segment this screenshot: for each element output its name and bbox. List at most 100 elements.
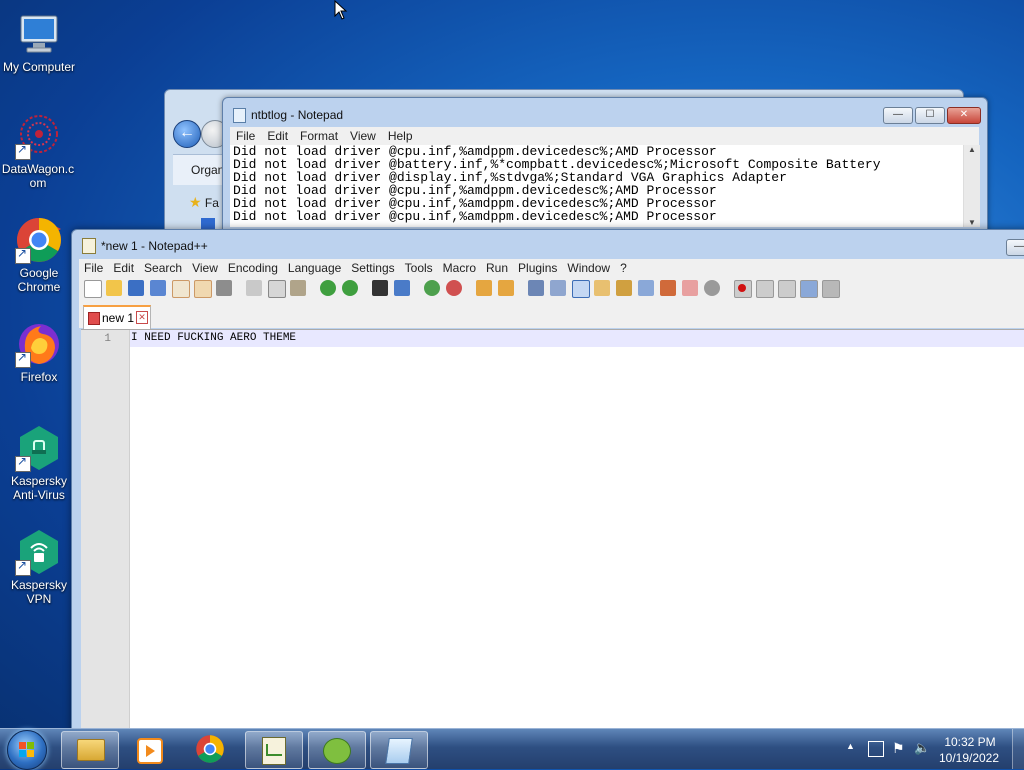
menu-window[interactable]: Window: [562, 259, 615, 277]
taskbar-notepadpp-plugin-button[interactable]: [308, 731, 366, 769]
menu-file[interactable]: File: [230, 127, 261, 145]
menu-tools[interactable]: Tools: [400, 259, 438, 277]
windows-logo-icon: [19, 742, 34, 757]
word-wrap-icon[interactable]: [528, 280, 544, 296]
desktop-icon-kaspersky-antivirus[interactable]: Kaspersky Anti-Virus: [1, 424, 77, 502]
sync-vertical-icon[interactable]: [476, 280, 492, 296]
close-button[interactable]: ✕: [947, 107, 981, 124]
menu-settings[interactable]: Settings: [346, 259, 399, 277]
menu-language[interactable]: Language: [283, 259, 346, 277]
show-desktop-button[interactable]: [1012, 729, 1024, 769]
back-button[interactable]: ←: [173, 120, 201, 148]
doc-list-icon[interactable]: [638, 280, 654, 296]
start-button[interactable]: [7, 730, 47, 770]
notepad-app-icon: [233, 108, 246, 123]
desktop-icon-firefox[interactable]: Firefox: [1, 320, 77, 384]
replace-icon[interactable]: [394, 280, 410, 296]
favorites-item[interactable]: ★ Fa: [189, 194, 219, 211]
media-player-icon: [137, 738, 163, 764]
notepad-text-area[interactable]: Did not load driver @cpu.inf,%amdppm.dev…: [230, 145, 963, 227]
monitoring-icon[interactable]: [704, 280, 720, 296]
minimize-button[interactable]: —: [1006, 239, 1024, 256]
clock-time[interactable]: 10:32 PM: [940, 735, 1000, 749]
desktop-icon-kaspersky-vpn[interactable]: Kaspersky VPN: [1, 528, 77, 606]
action-center-flag-icon[interactable]: ⚑: [892, 740, 905, 757]
unsaved-file-icon: [88, 312, 100, 325]
mouse-cursor-icon: [334, 0, 348, 20]
scroll-up-icon[interactable]: ▲: [964, 145, 980, 154]
close-all-icon[interactable]: [194, 280, 212, 298]
desktop-icon-label: DataWagon.c om: [1, 162, 75, 190]
menu-encoding[interactable]: Encoding: [223, 259, 283, 277]
editor-text[interactable]: I NEED FUCKING AERO THEME: [131, 332, 296, 344]
paste-icon[interactable]: [290, 280, 306, 296]
taskbar-media-player-button[interactable]: [121, 731, 177, 767]
menu-edit[interactable]: Edit: [261, 127, 294, 145]
menu-run[interactable]: Run: [481, 259, 513, 277]
volume-icon[interactable]: 🔈: [914, 740, 930, 756]
desktop-icon-my-computer[interactable]: My Computer: [1, 10, 77, 74]
menu-help[interactable]: ?: [615, 259, 632, 277]
record-macro-icon[interactable]: [734, 280, 752, 298]
line-number-gutter: 1: [81, 330, 130, 735]
new-file-icon[interactable]: [84, 280, 102, 298]
shortcut-arrow-icon: [15, 454, 31, 472]
editor-area[interactable]: 1 I NEED FUCKING AERO THEME: [81, 329, 1024, 735]
function-list-icon[interactable]: [660, 280, 676, 296]
menu-plugins[interactable]: Plugins: [513, 259, 562, 277]
notepadpp-window[interactable]: *new 1 - Notepad++ — File Edit Search View E…: [71, 229, 1024, 736]
menu-edit[interactable]: Edit: [108, 259, 139, 277]
taskbar-chrome-button[interactable]: [183, 731, 239, 767]
copy-icon[interactable]: [268, 280, 286, 298]
zoom-out-icon[interactable]: [446, 280, 462, 296]
menu-file[interactable]: File: [79, 259, 108, 277]
open-file-icon[interactable]: [106, 280, 122, 296]
menu-search[interactable]: Search: [139, 259, 187, 277]
tab-new-1[interactable]: new 1 ✕: [83, 305, 151, 329]
maximize-button[interactable]: ☐: [915, 107, 945, 124]
shortcut-arrow-icon: [15, 350, 31, 368]
save-icon[interactable]: [128, 280, 144, 296]
minimize-button[interactable]: —: [883, 107, 913, 124]
zoom-in-icon[interactable]: [424, 280, 440, 296]
notepad-title: ntbtlog - Notepad: [251, 108, 344, 122]
stop-macro-icon[interactable]: [756, 280, 774, 298]
notepadpp-app-icon: [82, 238, 96, 254]
print-icon[interactable]: [216, 280, 232, 296]
desktop-icon-datawagon[interactable]: DataWagon.c om: [1, 112, 77, 190]
close-file-icon[interactable]: [172, 280, 190, 298]
notepad-window[interactable]: ntbtlog - Notepad — ☐ ✕ File Edit Format Vi…: [222, 97, 988, 235]
sync-horizontal-icon[interactable]: [498, 280, 514, 296]
taskbar-explorer-button[interactable]: [61, 731, 119, 769]
run-macro-multiple-icon[interactable]: [800, 280, 818, 298]
tab-close-icon[interactable]: ✕: [136, 311, 148, 324]
shortcut-arrow-icon: [15, 558, 31, 576]
scroll-down-icon[interactable]: ▼: [964, 218, 980, 227]
notepad-vertical-scrollbar[interactable]: ▲ ▼: [963, 145, 980, 227]
find-icon[interactable]: [372, 280, 388, 296]
play-macro-icon[interactable]: [778, 280, 796, 298]
taskbar-notepad-button[interactable]: [370, 731, 428, 769]
indent-guide-icon[interactable]: [572, 280, 590, 298]
udl-icon[interactable]: [594, 280, 610, 296]
network-icon[interactable]: [868, 741, 884, 757]
desktop-icon-google-chrome[interactable]: Google Chrome: [1, 216, 77, 294]
save-macro-icon[interactable]: [822, 280, 840, 298]
show-all-chars-icon[interactable]: [550, 280, 566, 296]
cut-icon[interactable]: [246, 280, 262, 296]
notepadpp-tabbar: new 1 ✕: [79, 301, 1024, 329]
save-all-icon[interactable]: [150, 280, 166, 296]
menu-view[interactable]: View: [187, 259, 223, 277]
folder-workspace-icon[interactable]: [682, 280, 698, 296]
redo-icon[interactable]: [342, 280, 358, 296]
menu-help[interactable]: Help: [382, 127, 419, 145]
show-hidden-icons-icon[interactable]: ▲: [846, 741, 855, 751]
menu-format[interactable]: Format: [294, 127, 344, 145]
menu-macro[interactable]: Macro: [438, 259, 481, 277]
clock-date[interactable]: 10/19/2022: [936, 751, 1002, 765]
taskbar-notepadpp-button[interactable]: [245, 731, 303, 769]
doc-map-icon[interactable]: [616, 280, 632, 296]
menu-view[interactable]: View: [344, 127, 382, 145]
undo-icon[interactable]: [320, 280, 336, 296]
line-number: 1: [104, 333, 111, 345]
